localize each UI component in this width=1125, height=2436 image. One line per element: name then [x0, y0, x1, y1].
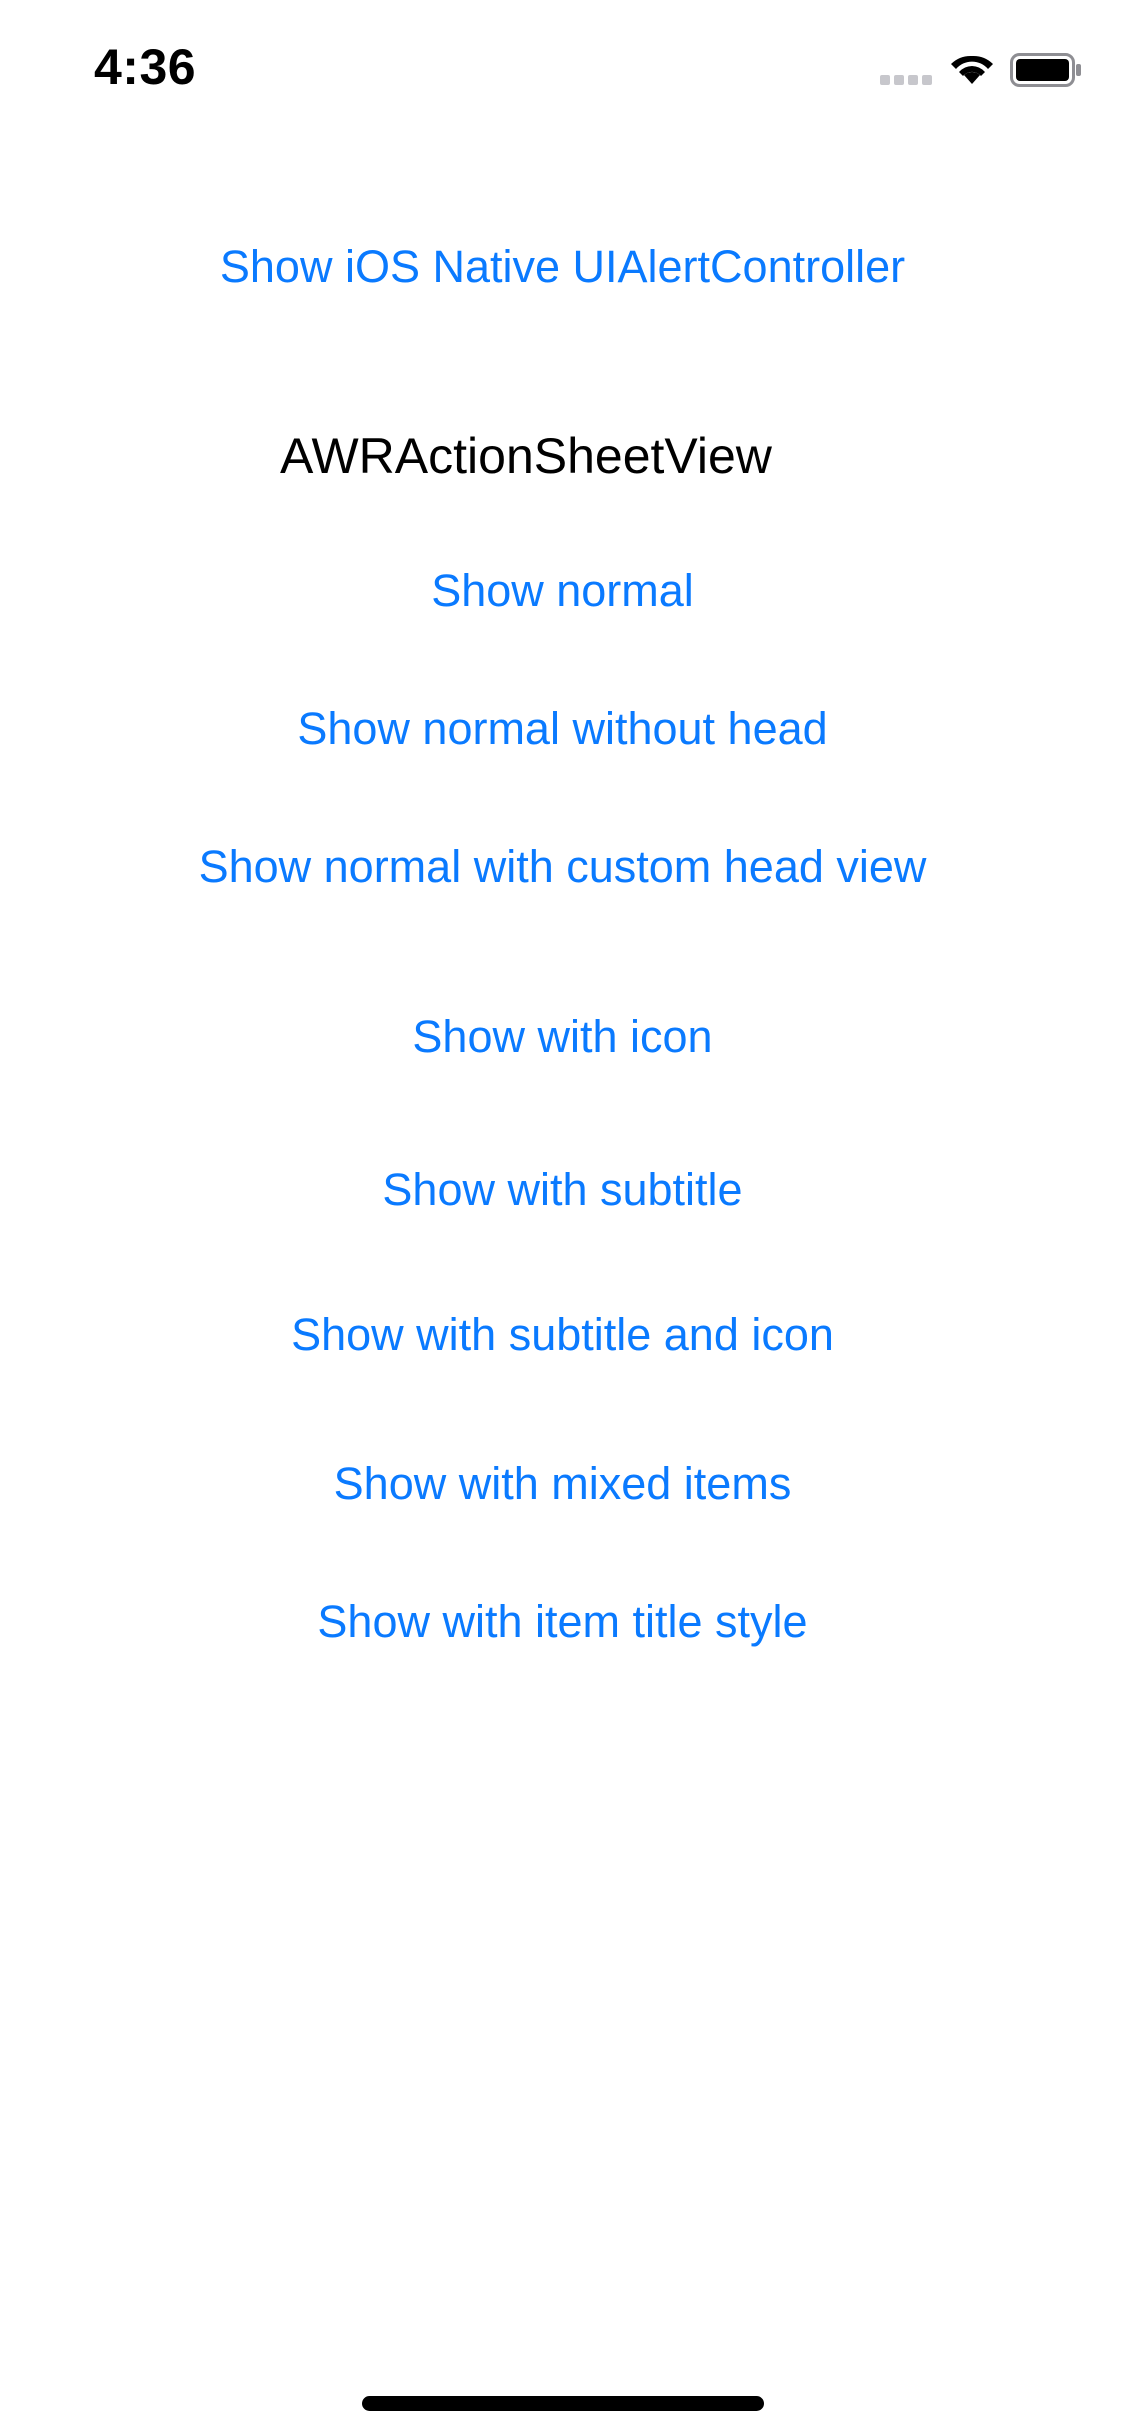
show-normal-without-head-button[interactable]: Show normal without head [0, 699, 1125, 759]
show-with-subtitle-and-icon-button[interactable]: Show with subtitle and icon [0, 1305, 1125, 1365]
show-with-mixed-items-button[interactable]: Show with mixed items [0, 1454, 1125, 1514]
show-with-subtitle-button[interactable]: Show with subtitle [0, 1160, 1125, 1220]
show-normal-button[interactable]: Show normal [0, 561, 1125, 621]
show-with-item-title-style-button[interactable]: Show with item title style [0, 1592, 1125, 1652]
status-bar: 4:36 [0, 0, 1125, 132]
section-title: AWRActionSheetView [280, 428, 772, 484]
status-time: 4:36 [94, 39, 197, 95]
show-native-alert-button[interactable]: Show iOS Native UIAlertController [0, 237, 1125, 297]
show-normal-custom-head-button[interactable]: Show normal with custom head view [0, 837, 1125, 897]
show-with-icon-button[interactable]: Show with icon [0, 1007, 1125, 1067]
wifi-icon [951, 55, 993, 84]
battery-icon [1010, 53, 1081, 87]
cellular-signal-icon [880, 75, 934, 87]
home-indicator[interactable] [362, 2396, 764, 2411]
